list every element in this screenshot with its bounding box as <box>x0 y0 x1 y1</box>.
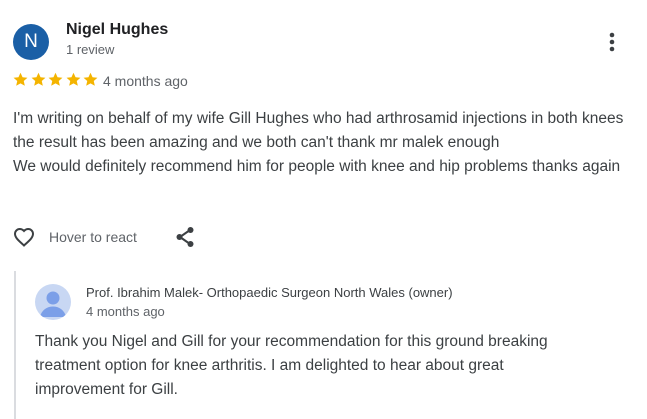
react-label: Hover to react <box>49 229 137 245</box>
owner-reply-time: 4 months ago <box>86 304 165 319</box>
review-text: I'm writing on behalf of my wife Gill Hu… <box>13 110 624 175</box>
star-icon <box>48 72 63 86</box>
reviewer-name[interactable]: Nigel Hughes <box>66 21 168 39</box>
owner-avatar <box>35 284 71 320</box>
more-options-button[interactable] <box>598 28 626 56</box>
heart-outline-icon <box>13 227 35 247</box>
more-vertical-icon <box>609 32 615 52</box>
review-time: 4 months ago <box>103 73 188 89</box>
reviewer-initial: N <box>24 31 38 52</box>
owner-name: Prof. Ibrahim Malek- Orthopaedic Surgeon… <box>86 285 453 300</box>
reviewer-review-count: 1 review <box>66 42 115 57</box>
person-avatar-icon <box>40 291 66 317</box>
share-button[interactable] <box>173 225 197 249</box>
star-icon <box>31 72 45 86</box>
star-icon <box>13 72 28 86</box>
star-icon <box>66 72 80 86</box>
owner-reply: Prof. Ibrahim Malek- Orthopaedic Surgeon… <box>14 271 642 419</box>
react-button[interactable]: Hover to react <box>12 225 137 249</box>
star-icon <box>83 72 98 86</box>
reviewer-avatar[interactable]: N <box>13 24 49 60</box>
share-icon <box>176 227 194 247</box>
owner-reply-text: Thank you Nigel and Gill for your recomm… <box>35 333 548 398</box>
star-rating <box>12 71 100 89</box>
